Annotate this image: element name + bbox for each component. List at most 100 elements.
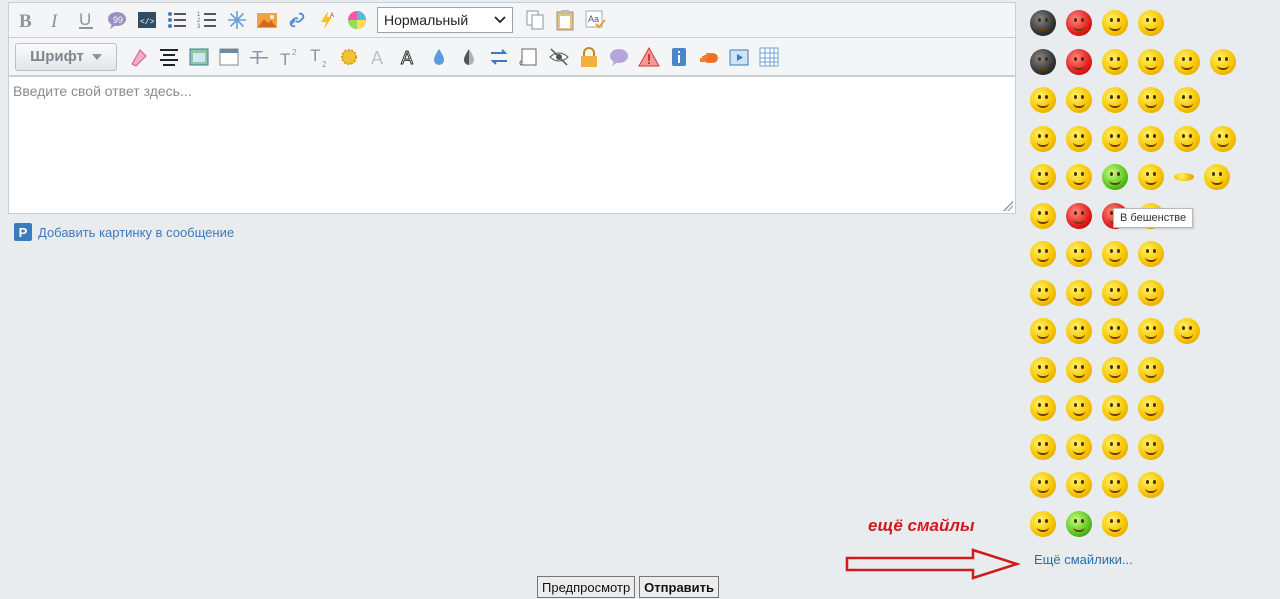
numbered-list-icon[interactable]: 123 [193,6,221,34]
smiley-icon[interactable] [1066,241,1092,268]
smiley-icon[interactable] [1102,164,1128,191]
align-center-icon[interactable] [155,43,183,71]
soundcloud-icon[interactable] [695,43,723,71]
smiley-icon[interactable] [1138,356,1164,383]
smiley-icon[interactable] [1102,318,1128,345]
smiley-icon[interactable] [1066,164,1092,191]
smiley-icon[interactable] [1066,510,1092,537]
smiley-icon[interactable] [1102,356,1128,383]
smiley-icon[interactable] [1066,356,1092,383]
smiley-icon[interactable] [1030,241,1056,268]
highlight-icon[interactable] [125,43,153,71]
eye-icon[interactable] [545,43,573,71]
outline-text-icon[interactable]: A [395,43,423,71]
subscript-icon[interactable]: T2 [305,43,333,71]
quote-icon[interactable]: 99 [103,6,131,34]
sun-icon[interactable] [335,43,363,71]
smiley-icon[interactable] [1138,241,1164,268]
smiley-icon[interactable] [1066,318,1092,345]
underline-icon[interactable]: U [73,6,101,34]
smiley-icon[interactable] [1066,433,1092,460]
font-button[interactable]: Шрифт [15,42,117,71]
lock-icon[interactable] [575,43,603,71]
smiley-icon[interactable] [1174,173,1194,182]
smiley-icon[interactable] [1138,279,1164,306]
swap-icon[interactable] [485,43,513,71]
drop-half-icon[interactable] [455,43,483,71]
italic-icon[interactable]: I [43,6,71,34]
shadow-text-icon[interactable]: A [365,43,393,71]
smiley-icon[interactable] [1102,279,1128,306]
smiley-icon[interactable] [1138,395,1164,422]
smiley-icon[interactable] [1066,48,1092,75]
link-icon[interactable] [283,6,311,34]
submit-button[interactable]: Отправить [639,576,720,598]
smiley-icon[interactable] [1102,10,1128,37]
smiley-icon[interactable] [1030,356,1056,383]
superscript-icon[interactable]: T2 [275,43,303,71]
code-icon[interactable]: </> [133,6,161,34]
color-icon[interactable] [343,6,371,34]
smiley-icon[interactable] [1174,87,1200,114]
media-icon[interactable] [725,43,753,71]
smiley-icon[interactable] [1102,433,1128,460]
smiley-icon[interactable] [1102,87,1128,114]
smiley-icon[interactable] [1210,48,1236,75]
smiley-icon[interactable] [1066,279,1092,306]
smiley-icon[interactable] [1102,48,1128,75]
smiley-icon[interactable] [1066,472,1092,499]
smiley-icon[interactable] [1102,241,1128,268]
smiley-icon[interactable] [1138,10,1164,37]
resize-grip-icon[interactable] [1003,201,1013,211]
format-select[interactable]: Нормальный [377,7,513,33]
warning-icon[interactable] [635,43,663,71]
smiley-icon[interactable] [1030,472,1056,499]
smiley-icon[interactable] [1138,125,1164,152]
smiley-icon[interactable] [1138,164,1164,191]
image-icon[interactable] [253,6,281,34]
bullet-list-icon[interactable] [163,6,191,34]
smiley-icon[interactable] [1030,510,1056,537]
smiley-icon[interactable] [1066,395,1092,422]
smiley-icon[interactable] [1030,433,1056,460]
smiley-icon[interactable] [1030,164,1056,191]
table-icon[interactable] [185,43,213,71]
smiley-icon[interactable] [1030,279,1056,306]
smiley-icon[interactable] [1138,433,1164,460]
spellcheck-icon[interactable]: Aa [581,6,609,34]
smiley-icon[interactable] [1030,318,1056,345]
smiley-icon[interactable] [1066,87,1092,114]
preview-button[interactable]: Предпросмотр [537,576,636,598]
smiley-icon[interactable] [1174,318,1200,345]
smiley-icon[interactable] [1174,48,1200,75]
bold-icon[interactable]: B [13,6,41,34]
spoiler-icon[interactable] [223,6,251,34]
copy-icon[interactable] [521,6,549,34]
smiley-icon[interactable] [1030,395,1056,422]
smiley-icon[interactable] [1066,202,1092,229]
smiley-icon[interactable] [1138,87,1164,114]
smiley-icon[interactable] [1030,125,1056,152]
smiley-icon[interactable] [1210,125,1236,152]
smiley-icon[interactable] [1174,125,1200,152]
flash-icon[interactable]: A [313,6,341,34]
comment-icon[interactable] [605,43,633,71]
smiley-icon[interactable] [1102,472,1128,499]
drop-icon[interactable] [425,43,453,71]
add-image-link[interactable]: P Добавить картинку в сообщение [14,223,234,241]
smiley-icon[interactable] [1030,10,1056,37]
smiley-icon[interactable] [1030,87,1056,114]
reply-textarea[interactable]: Введите свой ответ здесь... [8,76,1016,214]
paste-icon[interactable] [551,6,579,34]
smiley-icon[interactable] [1066,125,1092,152]
smiley-icon[interactable] [1138,472,1164,499]
smiley-icon[interactable] [1102,395,1128,422]
smiley-icon[interactable] [1030,48,1056,75]
smiley-icon[interactable] [1066,10,1092,37]
smiley-icon[interactable] [1102,510,1128,537]
strike-icon[interactable]: T [245,43,273,71]
more-smilies-link[interactable]: Ещё смайлики... [1034,552,1133,567]
smiley-icon[interactable] [1138,318,1164,345]
grid-icon[interactable] [755,43,783,71]
scroll-icon[interactable] [515,43,543,71]
